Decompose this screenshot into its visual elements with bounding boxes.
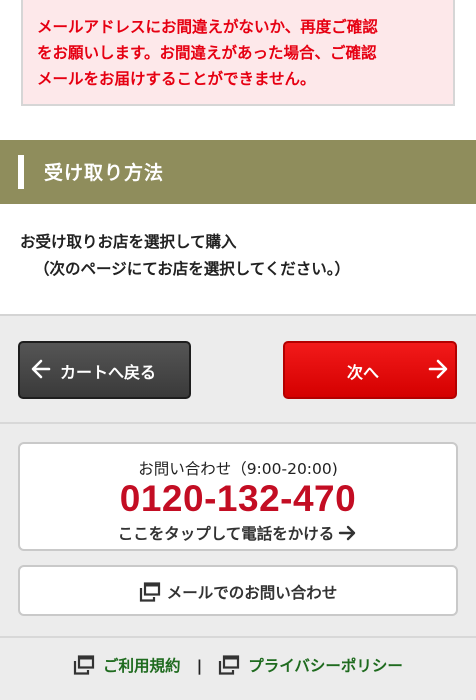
arrow-right-icon xyxy=(428,359,448,379)
email-warning-box: メールアドレスにお間違えがないか、再度ご確認 をお願いします。お間違えがあった場… xyxy=(21,0,455,106)
phone-number: 0120-132-470 xyxy=(119,478,357,519)
pickup-method-panel: お受け取りお店を選択して購入 （次のページにてお店を選択してください。） xyxy=(0,204,476,316)
arrow-right-icon xyxy=(339,525,356,541)
mail-contact-label: メールでのお問い合わせ xyxy=(166,584,338,602)
section-title: 受け取り方法 xyxy=(44,162,165,184)
external-window-icon xyxy=(139,582,160,602)
footer-separator: | xyxy=(196,657,203,675)
next-label: 次へ xyxy=(347,363,380,382)
pickup-method-text: お受け取りお店を選択して購入 xyxy=(20,233,237,251)
next-button[interactable]: 次へ xyxy=(283,341,457,399)
privacy-link[interactable]: プライバシーポリシー xyxy=(218,654,403,676)
external-window-icon xyxy=(73,655,95,675)
external-window-icon xyxy=(219,655,240,675)
phone-contact-button[interactable]: お問い合わせ（9:00-20:00) 0120-132-470 ここをタップして… xyxy=(18,442,458,551)
privacy-label: プライバシーポリシー xyxy=(248,657,403,675)
mail-contact-button[interactable]: メールでのお問い合わせ xyxy=(18,565,458,616)
terms-link[interactable]: ご利用規約 xyxy=(73,654,181,676)
back-to-cart-label: カートへ戻る xyxy=(60,363,157,382)
footer-links: ご利用規約 | プライバシーポリシー xyxy=(0,654,476,676)
back-to-cart-button[interactable]: カートへ戻る xyxy=(18,341,191,399)
contact-hours: お問い合わせ（9:00-20:00) xyxy=(138,460,338,478)
email-warning-text: メールアドレスにお間違えがないか、再度ご確認 をお願いします。お間違えがあった場… xyxy=(37,18,378,88)
pickup-method-note: （次のページにてお店を選択してください。） xyxy=(34,260,351,278)
top-band: メールアドレスにお間違えがないか、再度ご確認 をお願いします。お間違えがあった場… xyxy=(0,0,476,140)
section-header: 受け取り方法 xyxy=(0,140,476,204)
arrow-left-icon xyxy=(31,359,51,379)
mail-contact: メールでのお問い合わせ xyxy=(20,581,456,603)
section-header-bar xyxy=(18,155,24,189)
terms-label: ご利用規約 xyxy=(103,657,181,675)
tap-to-call-label: ここをタップして電話をかける xyxy=(117,525,335,543)
divider xyxy=(0,422,476,424)
footer-divider xyxy=(0,636,476,638)
tap-to-call: ここをタップして電話をかける xyxy=(20,522,456,544)
